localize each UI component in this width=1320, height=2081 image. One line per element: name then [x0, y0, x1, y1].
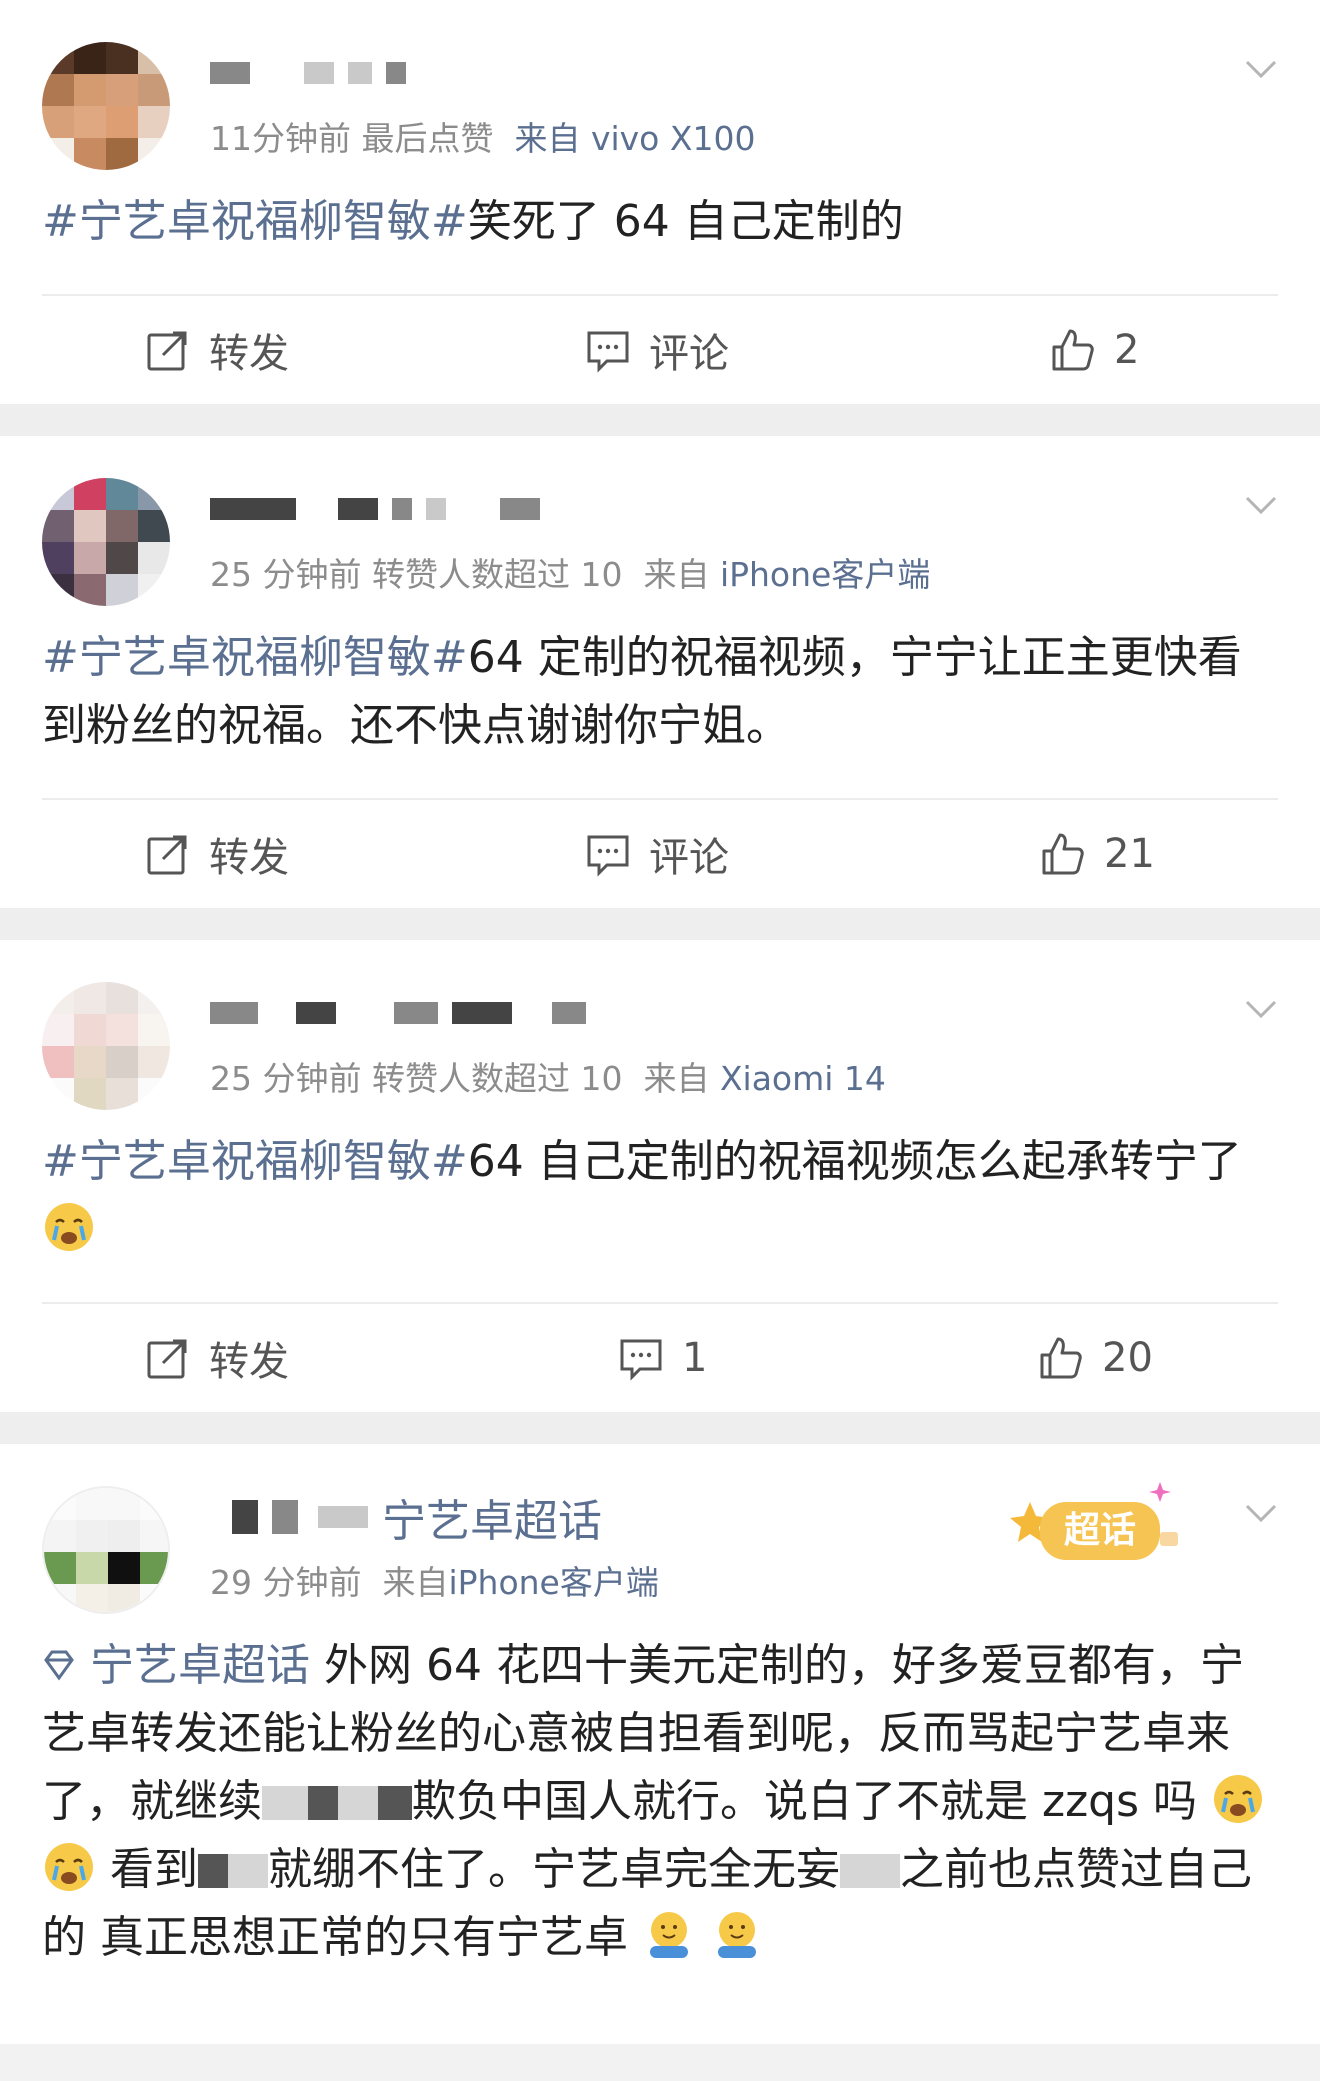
post-meta: 25 分钟前 转赞人数超过 10 来自 iPhone客户端 [210, 548, 930, 596]
card-gap [0, 1412, 1320, 1444]
comment-label: 评论 [649, 835, 729, 881]
post-source-prefix: 来自 [643, 555, 710, 594]
hug-emoji [650, 1912, 688, 1958]
super-topic-link[interactable]: 宁艺卓超话 [90, 1640, 310, 1691]
post-source[interactable]: 来自 vivo X100 [514, 119, 755, 158]
post-source[interactable]: iPhone客户端 [448, 1563, 658, 1602]
username-blurred[interactable] [210, 55, 406, 91]
comment-icon [587, 835, 629, 877]
card-gap [0, 404, 1320, 436]
weibo-feed: 11分钟前 最后点赞 来自 vivo X100 #宁艺卓祝福柳智敏#笑死了 64… [0, 0, 1320, 2044]
comment-icon [587, 331, 629, 373]
repost-label: 转发 [209, 835, 289, 881]
comment-icon [620, 1339, 662, 1381]
post-header: 25 分钟前 转赞人数超过 10 来自 iPhone客户端 [0, 436, 1320, 606]
chevron-down-icon[interactable] [1244, 992, 1278, 1026]
redacted-text [198, 1854, 228, 1888]
card-gap [0, 908, 1320, 940]
diamond-icon [44, 1650, 74, 1681]
post-card[interactable]: 11分钟前 最后点赞 来自 vivo X100 #宁艺卓祝福柳智敏#笑死了 64… [0, 0, 1320, 404]
post-time: 25 分钟前 转赞人数超过 10 [210, 555, 623, 594]
avatar[interactable] [42, 478, 170, 606]
post-text-3: 看到 [110, 1844, 198, 1895]
post-source-prefix: 来自 [382, 1563, 449, 1602]
repost-icon [147, 1339, 187, 1379]
post-source[interactable]: iPhone客户端 [720, 555, 930, 594]
like-button[interactable]: 20 [1038, 1304, 1153, 1412]
chevron-down-icon[interactable] [1244, 488, 1278, 522]
comment-count: 1 [682, 1335, 708, 1381]
post-card[interactable]: 宁艺卓超话 29 分钟前 来自iPhone客户端 超话 宁艺卓超话 外网 64 … [0, 1444, 1320, 2044]
post-text-2: 欺负中国人就行。说白了不就是 zzqs 吗 [412, 1776, 1198, 1827]
like-count: 2 [1114, 327, 1140, 373]
comment-button[interactable]: 评论 [585, 296, 729, 404]
like-count: 21 [1104, 831, 1155, 877]
crying-emoji [45, 1203, 93, 1251]
comment-label: 评论 [649, 331, 729, 377]
comment-button[interactable]: 1 [618, 1304, 707, 1412]
post-time: 11分钟前 最后点赞 [210, 119, 494, 158]
comment-button[interactable]: 评论 [585, 800, 729, 908]
post-card[interactable]: 25 分钟前 转赞人数超过 10 来自 iPhone客户端 #宁艺卓祝福柳智敏#… [0, 436, 1320, 908]
post-text-4: 就绷不住了。宁艺卓完全无妄 [268, 1844, 840, 1895]
post-header: 25 分钟前 转赞人数超过 10 来自 Xiaomi 14 [0, 940, 1320, 1110]
post-text: 笑死了 64 自己定制的 [467, 196, 904, 247]
super-topic-badge[interactable]: 超话 [1010, 1472, 1180, 1582]
badge-label: 超话 [1064, 1510, 1136, 1551]
like-button[interactable]: 21 [1040, 800, 1155, 908]
redacted-text [262, 1786, 308, 1820]
username-blurred[interactable] [210, 491, 540, 527]
thumbs-up-icon [1042, 833, 1084, 875]
post-text: 64 自己定制的祝福视频怎么起承转宁了 [467, 1136, 1242, 1187]
post-card[interactable]: 25 分钟前 转赞人数超过 10 来自 Xiaomi 14 #宁艺卓祝福柳智敏#… [0, 940, 1320, 1412]
avatar[interactable] [42, 1486, 170, 1614]
post-header: 宁艺卓超话 29 分钟前 来自iPhone客户端 超话 [0, 1444, 1320, 1614]
username-blurred[interactable] [210, 995, 586, 1031]
post-content: #宁艺卓祝福柳智敏#64 自己定制的祝福视频怎么起承转宁了 [0, 1128, 1320, 1264]
post-time: 25 分钟前 转赞人数超过 10 [210, 1059, 623, 1098]
post-source-prefix: 来自 [643, 1059, 710, 1098]
topic-link[interactable]: #宁艺卓祝福柳智敏# [42, 1136, 468, 1187]
redacted-text [378, 1786, 412, 1820]
username-suffix[interactable]: 宁艺卓超话 [382, 1485, 602, 1549]
repost-label: 转发 [209, 331, 289, 377]
hug-emoji [718, 1912, 756, 1958]
post-content: 宁艺卓超话 外网 64 花四十美元定制的，好多爱豆都有，宁艺卓转发还能让粉丝的心… [0, 1632, 1320, 1972]
repost-button[interactable]: 转发 [145, 296, 289, 404]
thumbs-up-icon [1052, 329, 1094, 371]
action-bar: 转发 评论 2 [0, 296, 1320, 404]
repost-button[interactable]: 转发 [145, 1304, 289, 1412]
action-bar: 转发 1 20 [0, 1304, 1320, 1412]
repost-label: 转发 [209, 1339, 289, 1385]
redacted-text [308, 1786, 338, 1820]
like-count: 20 [1102, 1335, 1153, 1381]
redacted-text [228, 1854, 268, 1888]
post-header: 11分钟前 最后点赞 来自 vivo X100 [0, 0, 1320, 170]
thumbs-up-icon [1040, 1337, 1082, 1379]
chevron-down-icon[interactable] [1244, 52, 1278, 86]
post-time: 29 分钟前 [210, 1563, 362, 1602]
redacted-text [338, 1786, 378, 1820]
post-content: #宁艺卓祝福柳智敏#笑死了 64 自己定制的 [0, 188, 1320, 256]
post-meta: 25 分钟前 转赞人数超过 10 来自 Xiaomi 14 [210, 1052, 886, 1100]
username[interactable]: 宁艺卓超话 [232, 1496, 602, 1547]
chevron-down-icon[interactable] [1244, 1496, 1278, 1530]
like-button[interactable]: 2 [1050, 296, 1139, 404]
repost-button[interactable]: 转发 [145, 800, 289, 908]
crying-emoji [1214, 1775, 1263, 1823]
repost-icon [147, 331, 187, 371]
post-content: #宁艺卓祝福柳智敏#64 定制的祝福视频，宁宁让正主更快看到粉丝的祝福。还不快点… [0, 624, 1320, 760]
post-meta: 11分钟前 最后点赞 来自 vivo X100 [210, 112, 755, 160]
topic-link[interactable]: #宁艺卓祝福柳智敏# [42, 632, 468, 683]
crying-emoji [45, 1843, 93, 1891]
topic-link[interactable]: #宁艺卓祝福柳智敏# [42, 196, 468, 247]
action-bar: 转发 评论 21 [0, 800, 1320, 908]
avatar[interactable] [42, 42, 170, 170]
post-meta: 29 分钟前 来自iPhone客户端 [210, 1556, 659, 1604]
post-source[interactable]: Xiaomi 14 [720, 1059, 886, 1098]
repost-icon [147, 835, 187, 875]
avatar[interactable] [42, 982, 170, 1110]
redacted-text [840, 1854, 900, 1888]
